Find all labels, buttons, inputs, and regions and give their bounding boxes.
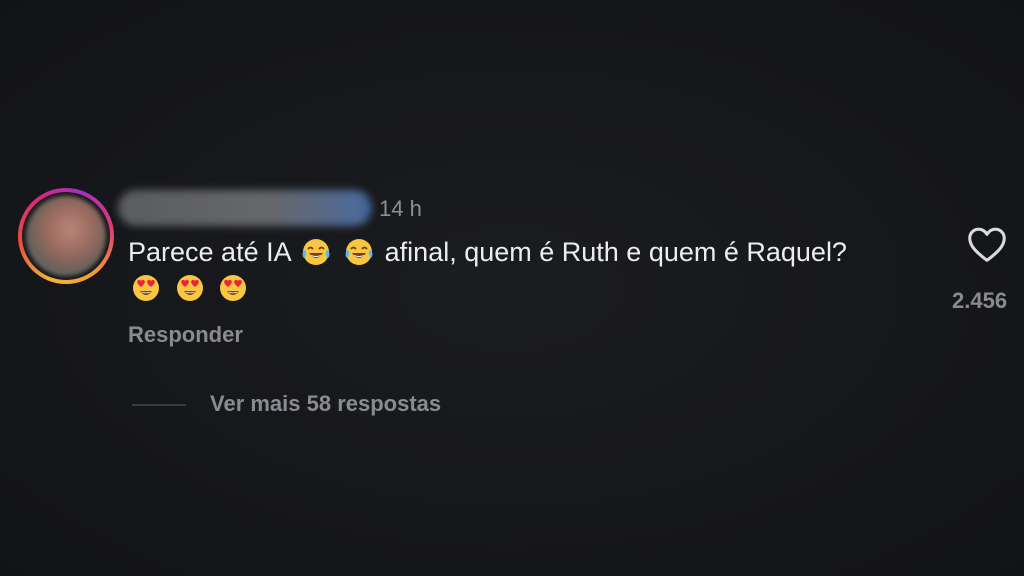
avatar-story-ring[interactable] <box>18 188 114 284</box>
heart-eyes-emoji-icon <box>133 275 159 301</box>
comment-screen: 14 h Parece até IA afinal, quem é Ruth e… <box>0 0 1024 576</box>
avatar <box>26 196 106 276</box>
tears-of-joy-emoji-icon <box>345 239 373 265</box>
heart-eyes-emoji-icon <box>220 275 247 301</box>
like-count: 2.456 <box>952 288 1008 313</box>
comment-text-part1: Parece até IA <box>128 237 291 267</box>
comment-text-part2: afinal, quem é Ruth e quem é Raquel? <box>384 237 847 267</box>
view-more-replies-button[interactable]: Ver mais 58 respostas <box>210 391 441 417</box>
username-redacted[interactable] <box>118 190 372 226</box>
avatar-gap <box>22 192 110 280</box>
tears-of-joy-emoji-icon <box>302 239 330 265</box>
comment-text: Parece até IA afinal, quem é Ruth e quem… <box>128 234 848 306</box>
comment-timestamp: 14 h <box>379 196 422 221</box>
replies-divider-line <box>132 404 186 406</box>
heart-eyes-emoji-icon <box>176 275 203 301</box>
reply-button[interactable]: Responder <box>128 322 243 348</box>
heart-outline-icon[interactable] <box>964 222 1010 268</box>
